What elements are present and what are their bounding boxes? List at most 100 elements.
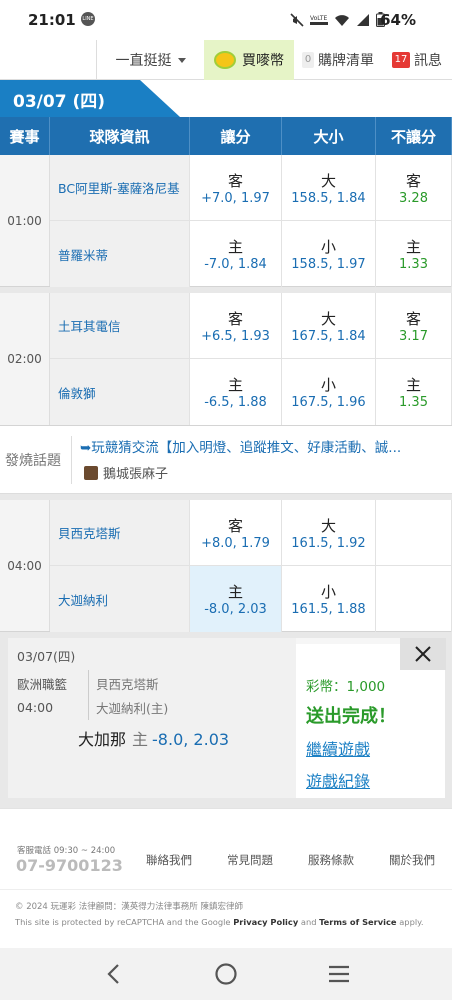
table-row: 大迦納利 主 -8.0, 2.03 小 161.5, 1.88 [50, 566, 452, 632]
system-nav-bar [0, 948, 452, 1000]
hot-topic[interactable]: 發燒話題 ➥玩競猜交流【加入明燈、追蹤推文、好康活動、誠... 鵝城張麻子 [0, 426, 452, 494]
odds-side: 小 [320, 583, 336, 601]
moneyline-odds-button[interactable]: 客 3.28 [376, 155, 452, 220]
buy-coins-button[interactable]: 買嘜幣 [204, 40, 294, 80]
svg-text:VoLTE: VoLTE [310, 15, 327, 22]
moneyline-odds-button[interactable]: 主 1.33 [376, 221, 452, 287]
sort-dropdown[interactable]: 一直挺挺 [96, 40, 204, 80]
continue-game-link[interactable]: 繼續遊戲 [306, 736, 370, 760]
close-button[interactable] [400, 638, 446, 670]
odds-side: 主 [227, 583, 243, 601]
bet-league: 歐洲職籃 [17, 677, 68, 692]
footer-link-faq[interactable]: 常見問題 [227, 852, 273, 868]
footer-link-about[interactable]: 關於我們 [389, 852, 435, 868]
line-app-icon: LINE [81, 12, 95, 26]
divider [0, 808, 452, 809]
footer-link-contact[interactable]: 聯絡我們 [146, 852, 192, 868]
team-name[interactable]: 大迦納利 [50, 566, 190, 632]
bet-confirmation-panel: 03/07(四) 歐洲職籃 04:00 貝西克塔斯 大迦納利(主) 大加那主 -8… [0, 632, 452, 808]
moneyline-odds-button[interactable]: 主 1.35 [376, 359, 452, 425]
home-icon[interactable] [214, 962, 238, 986]
total-odds-button[interactable]: 小 158.5, 1.97 [282, 221, 376, 287]
spread-odds-button[interactable]: 主 -7.0, 1.84 [190, 221, 282, 287]
table-row: 倫敦獅 主 -6.5, 1.88 小 167.5, 1.96 主 1.35 [50, 359, 452, 425]
chevron-down-icon [177, 57, 186, 63]
hot-topic-title[interactable]: ➥玩競猜交流【加入明燈、追蹤推文、好康活動、誠... [80, 436, 446, 456]
hot-topic-author[interactable]: 鵝城張麻子 [84, 463, 168, 482]
cart-label: 購牌清單 [318, 53, 374, 69]
header-total: 大小 [282, 117, 376, 155]
signal-icon [357, 13, 369, 26]
table-row: 土耳其電信 客 +6.5, 1.93 大 167.5, 1.84 客 3.17 [50, 293, 452, 359]
buy-coins-label: 買嘜幣 [242, 53, 284, 69]
spread-odds-button[interactable]: 客 +8.0, 1.79 [190, 500, 282, 565]
team-name[interactable]: 土耳其電信 [50, 293, 190, 358]
total-odds-button[interactable]: 小 167.5, 1.96 [282, 359, 376, 425]
spread-odds-button[interactable]: 客 +7.0, 1.97 [190, 155, 282, 220]
odds-value: 167.5, 1.96 [291, 395, 366, 410]
submit-success: 送出完成！ [306, 706, 396, 727]
total-odds-button[interactable]: 小 161.5, 1.88 [282, 566, 376, 632]
cart-count-badge: 0 [302, 52, 314, 68]
spread-odds-button-selected[interactable]: 主 -8.0, 2.03 [190, 566, 282, 632]
recaptcha-apply: apply. [396, 917, 424, 927]
sort-label: 一直挺挺 [115, 53, 172, 69]
odds-side: 大 [320, 171, 336, 190]
bet-team-away: 貝西克塔斯 [96, 677, 159, 692]
spread-odds-button[interactable]: 客 +6.5, 1.93 [190, 293, 282, 358]
table-row: 普羅米蒂 主 -7.0, 1.84 小 158.5, 1.97 主 1.33 [50, 221, 452, 287]
team-name[interactable]: BC阿里斯-塞薩洛尼基 [50, 155, 190, 220]
wifi-icon [335, 14, 349, 26]
bet-details: 03/07(四) 歐洲職籃 04:00 貝西克塔斯 大迦納利(主) 大加那主 -8… [8, 638, 296, 798]
divider [88, 670, 89, 720]
team-name[interactable]: 普羅米蒂 [50, 221, 190, 287]
header-team: 球隊資訊 [50, 117, 190, 155]
odds-side: 客 [227, 516, 243, 535]
top-nav: 一直挺挺 買嘜幣 0 購牌清單 17 訊息 [0, 40, 452, 80]
team-name[interactable]: 貝西克塔斯 [50, 500, 190, 565]
odds-value: +6.5, 1.93 [201, 328, 270, 344]
odds-value: -6.5, 1.88 [204, 395, 267, 410]
odds-value: -7.0, 1.84 [204, 257, 267, 272]
hotline-phone[interactable]: 07-9700123 [16, 856, 123, 875]
odds-side: 大 [320, 516, 336, 535]
header-event: 賽事 [0, 117, 50, 155]
odds-side: 客 [227, 309, 243, 328]
battery-level: 64% [380, 11, 416, 29]
game-time: 04:00 [0, 500, 50, 631]
footer-link-terms[interactable]: 服務條款 [308, 852, 354, 868]
total-odds-button[interactable]: 大 158.5, 1.84 [282, 155, 376, 220]
divider [0, 889, 452, 890]
header-spread: 讓分 [190, 117, 282, 155]
table-row: BC阿里斯-塞薩洛尼基 客 +7.0, 1.97 大 158.5, 1.84 客 3.… [50, 155, 452, 221]
cart-button[interactable]: 0 購牌清單 [294, 40, 382, 80]
team-name[interactable]: 倫敦獅 [50, 359, 190, 425]
author-name: 鵝城張麻子 [103, 467, 169, 482]
recents-icon[interactable] [327, 962, 351, 986]
odds-value: -8.0, 2.03 [204, 602, 267, 617]
footer: 客服電話 09:30 ~ 24:00 07-9700123 聯絡我們 常見問題 … [0, 808, 452, 948]
total-odds-button[interactable]: 大 167.5, 1.84 [282, 293, 376, 358]
terms-of-service-link[interactable]: Terms of Service [319, 917, 396, 927]
status-bar: 21:01 LINE VoLTE 64% [0, 0, 452, 40]
pick-line: -8.0, 2.03 [152, 730, 230, 749]
odds-side: 客 [227, 171, 243, 190]
spread-odds-button[interactable]: 主 -6.5, 1.88 [190, 359, 282, 425]
game-time: 01:00 [0, 155, 50, 286]
messages-button[interactable]: 17 訊息 [382, 40, 452, 80]
odds-value: 158.5, 1.84 [291, 190, 366, 206]
privacy-policy-link[interactable]: Privacy Policy [233, 917, 298, 927]
date-label: 03/07 (四) [13, 92, 105, 112]
game-record-link[interactable]: 遊戲紀錄 [306, 768, 370, 792]
odds-side: 主 [227, 238, 243, 256]
messages-label: 訊息 [414, 53, 442, 69]
bet-card: 03/07(四) 歐洲職籃 04:00 貝西克塔斯 大迦納利(主) 大加那主 -8… [8, 638, 445, 798]
odds-value: 3.28 [399, 190, 428, 206]
odds-value: 1.35 [399, 395, 428, 410]
back-icon[interactable] [104, 962, 124, 986]
total-odds-button[interactable]: 大 161.5, 1.92 [282, 500, 376, 565]
divider [71, 436, 72, 484]
moneyline-odds-button[interactable]: 客 3.17 [376, 293, 452, 358]
header-moneyline: 不讓分 [376, 117, 452, 155]
message-count-badge: 17 [392, 52, 410, 68]
